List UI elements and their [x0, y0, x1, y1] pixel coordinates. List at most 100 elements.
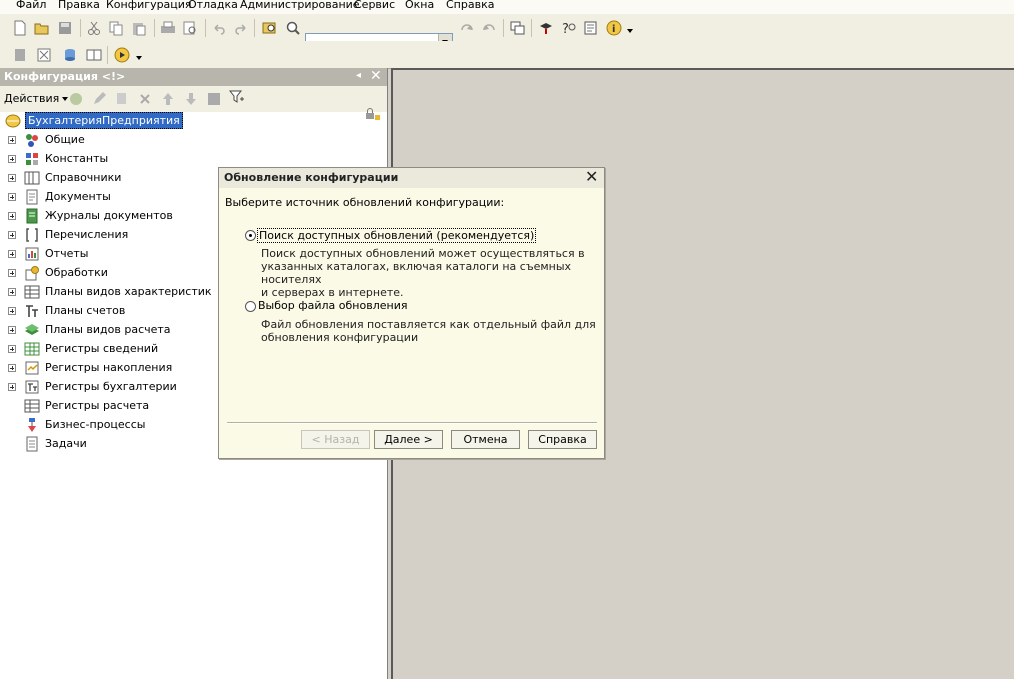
expand-icon[interactable] — [8, 136, 16, 144]
print-preview-icon[interactable] — [182, 20, 198, 36]
new-file-icon[interactable] — [12, 20, 28, 36]
expand-icon[interactable] — [8, 383, 16, 391]
config-root-icon — [5, 114, 21, 128]
redo-icon[interactable] — [233, 20, 249, 36]
open-config-icon[interactable] — [12, 47, 28, 63]
windows-icon[interactable] — [510, 20, 526, 36]
find-previous-icon[interactable] — [481, 20, 497, 36]
tree-item-label: Справочники — [45, 171, 122, 184]
expand-icon[interactable] — [8, 364, 16, 372]
radio-select-update-file[interactable] — [245, 301, 256, 312]
lock-icon — [366, 108, 380, 120]
option-search-updates-description: Поиск доступных обновлений может осущест… — [261, 247, 604, 299]
business-processes-icon — [28, 418, 36, 432]
filter-icon[interactable] — [229, 89, 245, 105]
dialog-body: Выберите источник обновлений конфигураци… — [219, 188, 604, 458]
tree-item-label: Задачи — [45, 437, 87, 450]
charts-of-accounts-icon — [26, 305, 38, 317]
move-up-icon[interactable] — [160, 91, 176, 107]
calc-plans-icon — [25, 324, 39, 335]
expand-icon[interactable] — [8, 269, 16, 277]
add-icon[interactable] — [68, 91, 84, 107]
about-info-icon[interactable]: i — [606, 20, 622, 36]
find-next-icon[interactable] — [459, 20, 475, 36]
cut-icon[interactable] — [86, 20, 102, 36]
description-line: Поиск доступных обновлений может осущест… — [261, 247, 585, 260]
help-button[interactable]: Справка — [528, 430, 597, 449]
expand-icon[interactable] — [8, 212, 16, 220]
debug-dropdown-icon[interactable] — [135, 53, 143, 61]
find-in-files-icon[interactable] — [262, 20, 278, 36]
accounting-registers-icon — [25, 380, 39, 394]
catalogs-icon — [24, 171, 40, 185]
svg-text:?: ? — [562, 22, 569, 36]
characteristic-plans-icon — [24, 285, 40, 299]
documents-icon — [26, 189, 38, 205]
svg-text:i: i — [612, 24, 615, 35]
tree-root[interactable]: БухгалтерияПредприятия — [0, 112, 387, 131]
delete-icon[interactable] — [137, 91, 153, 107]
expand-icon[interactable] — [8, 193, 16, 201]
menu-file[interactable]: Файл — [16, 0, 46, 11]
menu-administration[interactable]: Администрирование — [240, 0, 360, 11]
menu-configuration[interactable]: Конфигурация — [106, 0, 192, 11]
expand-icon[interactable] — [8, 288, 16, 296]
menu-debug[interactable]: Отладка — [188, 0, 238, 11]
menu-bar: Файл Правка Конфигурация Отладка Админис… — [0, 0, 1014, 14]
db-config-icon[interactable] — [36, 47, 52, 63]
toolbar-dropdown-icon[interactable] — [626, 26, 634, 34]
common-icon — [26, 134, 38, 147]
dialog-title: Обновление конфигурации — [224, 171, 399, 184]
expand-icon[interactable] — [8, 345, 16, 353]
update-db-icon[interactable] — [62, 47, 78, 63]
dialog-close-icon[interactable]: ✕ — [585, 167, 598, 186]
option-select-file-label[interactable]: Выбор файла обновления — [258, 299, 407, 312]
menu-windows[interactable]: Окна — [405, 0, 434, 11]
help-search-icon[interactable]: ? — [561, 20, 577, 36]
copy-object-icon[interactable] — [114, 91, 130, 107]
expand-icon[interactable] — [8, 174, 16, 182]
radio-search-updates[interactable] — [245, 230, 256, 241]
reports-icon — [25, 247, 39, 261]
tree-item-label: Журналы документов — [45, 209, 173, 222]
tree-item-label: Регистры бухгалтерии — [45, 380, 177, 393]
processing-icon — [25, 266, 39, 281]
save-icon[interactable] — [57, 20, 73, 36]
move-down-icon[interactable] — [183, 91, 199, 107]
menu-service[interactable]: Сервис — [354, 0, 395, 11]
paste-icon[interactable] — [131, 20, 147, 36]
open-folder-icon[interactable] — [34, 20, 50, 36]
start-debug-icon[interactable] — [114, 47, 130, 63]
menu-help[interactable]: Справка — [446, 0, 494, 11]
edit-icon[interactable] — [91, 91, 107, 107]
tree-item-label: Перечисления — [45, 228, 129, 241]
next-button[interactable]: Далее > — [374, 430, 443, 449]
undo-icon[interactable] — [211, 20, 227, 36]
pin-icon[interactable]: ◂ — [356, 70, 361, 81]
properties-icon[interactable] — [206, 91, 222, 107]
copy-icon[interactable] — [108, 20, 124, 36]
option-select-file-description: Файл обновления поставляется как отдельн… — [261, 318, 596, 344]
option-search-updates-label[interactable]: Поиск доступных обновлений (рекомендуетс… — [257, 228, 537, 243]
expand-icon[interactable] — [8, 250, 16, 258]
print-icon[interactable] — [160, 20, 176, 36]
tree-root-label: БухгалтерияПредприятия — [25, 112, 183, 129]
expand-icon[interactable] — [8, 231, 16, 239]
expand-icon[interactable] — [8, 155, 16, 163]
assistant-icon[interactable] — [538, 20, 554, 36]
panel-title: Конфигурация <!> — [4, 70, 126, 83]
cancel-button[interactable]: Отмена — [451, 430, 520, 449]
panel-toolbar: Действия — [0, 86, 387, 112]
panel-close-icon[interactable]: ✕ — [370, 68, 382, 84]
expand-icon[interactable] — [8, 326, 16, 334]
search-icon[interactable] — [285, 20, 301, 36]
tree-item-common[interactable]: Общие — [0, 131, 387, 150]
back-button[interactable]: < Назад — [301, 430, 370, 449]
help-contents-icon[interactable] — [583, 20, 599, 36]
compare-icon[interactable] — [86, 47, 102, 63]
expand-icon[interactable] — [8, 307, 16, 315]
actions-menu-button[interactable]: Действия — [4, 92, 68, 105]
menu-edit[interactable]: Правка — [58, 0, 100, 11]
tree-item-label: Документы — [45, 190, 111, 203]
constants-icon — [26, 153, 38, 165]
